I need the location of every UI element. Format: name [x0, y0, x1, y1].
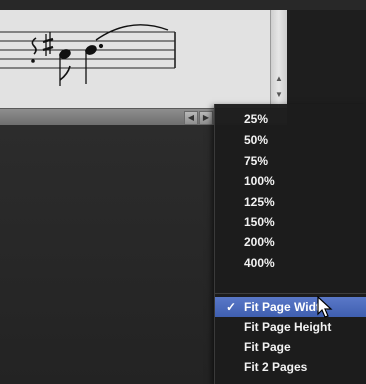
zoom-menu-item-200[interactable]: 200%	[215, 232, 366, 252]
music-staff	[0, 24, 176, 86]
triangle-down-icon[interactable]: ▼	[274, 90, 284, 100]
triangle-left-icon[interactable]: ◀	[184, 111, 198, 125]
arrow-cursor-icon	[317, 296, 333, 318]
zoom-menu-item-150[interactable]: 150%	[215, 212, 366, 232]
zoom-menu-item-100[interactable]: 100%	[215, 171, 366, 191]
menu-separator	[215, 293, 366, 294]
zoom-menu-item-fit-page[interactable]: Fit Page	[215, 337, 366, 357]
zoom-menu-item-125[interactable]: 125%	[215, 192, 366, 212]
triangle-right-icon[interactable]: ▶	[199, 111, 213, 125]
sharp-glyph	[42, 32, 54, 56]
checkmark-icon: ✓	[226, 300, 237, 314]
zoom-menu-item-fit-page-height[interactable]: Fit Page Height	[215, 317, 366, 337]
zoom-menu-item-25[interactable]: 25%	[215, 109, 366, 129]
triangle-up-icon[interactable]: ▲	[274, 74, 284, 84]
note-glyphs	[59, 24, 169, 86]
zoom-menu-item-fit-2-pages[interactable]: Fit 2 Pages	[215, 357, 366, 377]
zoom-menu-item-fit-page-width[interactable]: ✓ Fit Page Width	[215, 297, 366, 317]
zoom-menu-item-75[interactable]: 75%	[215, 151, 366, 171]
score-page[interactable]	[0, 10, 271, 108]
vertical-scrollbar[interactable]: ▲ ▼	[270, 10, 288, 108]
zoom-menu-item-400[interactable]: 400%	[215, 253, 366, 273]
zoom-menu-item-50[interactable]: 50%	[215, 130, 366, 150]
zoom-menu: 25% 50% 75% 100% 125% 150% 200% 400% ✓ F…	[214, 104, 366, 384]
